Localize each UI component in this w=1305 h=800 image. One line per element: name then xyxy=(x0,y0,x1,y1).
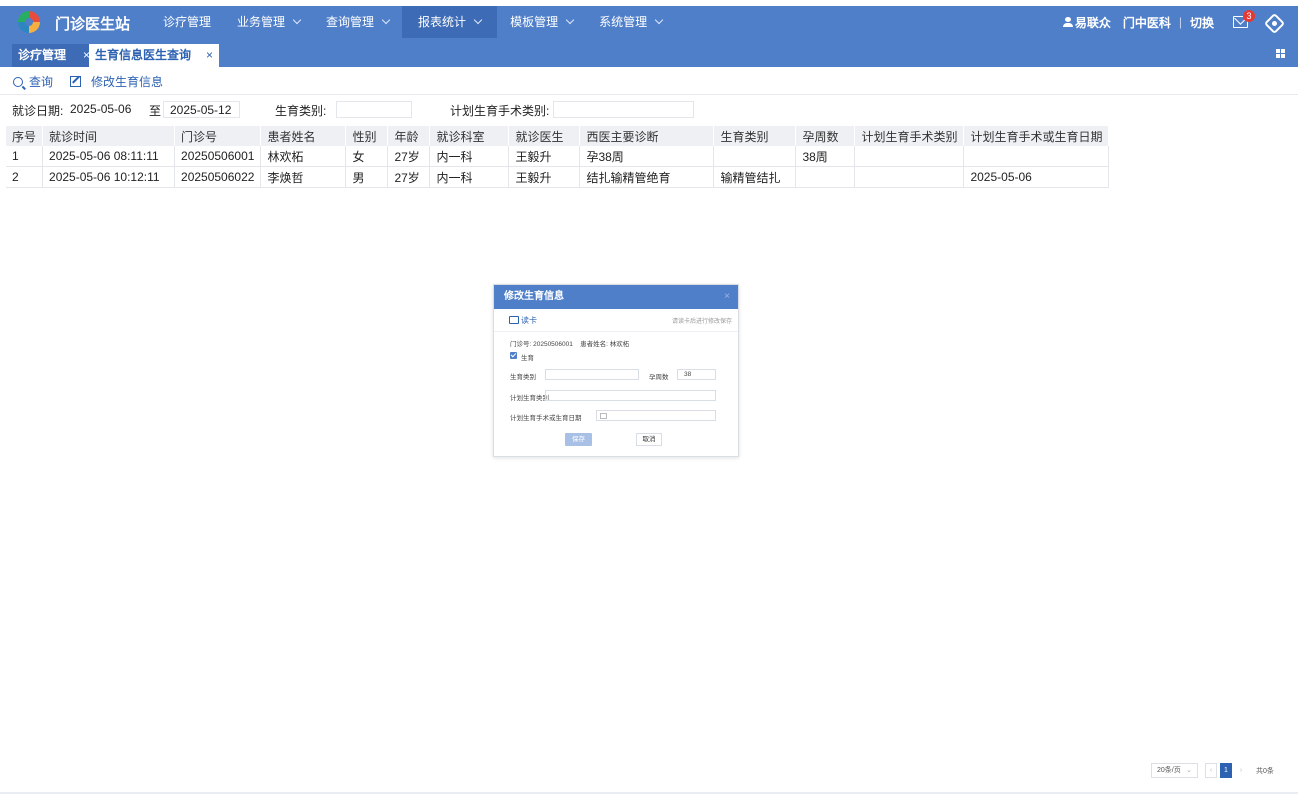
birth-type-input[interactable] xyxy=(336,101,412,118)
read-card-hint: 请读卡后进行修改保存 xyxy=(671,319,732,325)
gestation-weeks-field[interactable]: 38 xyxy=(677,369,716,380)
tab-bar: 诊疗管理 × 生育信息医生查询 × xyxy=(0,38,1298,67)
chevron-down-icon xyxy=(654,15,664,25)
birth-checkbox-label: 生育 xyxy=(521,355,534,362)
column-header: 门诊号 xyxy=(174,126,262,146)
birth-type-label: 生育类别: xyxy=(275,104,327,118)
menu-item-query[interactable]: 查询管理 xyxy=(313,6,402,38)
date-to-input[interactable]: 2025-05-12 xyxy=(163,101,240,118)
app-logo-icon xyxy=(18,11,40,33)
user-area: 易联众 门中医科 | 切换 xyxy=(1062,6,1214,38)
column-header: 孕周数 xyxy=(795,126,856,146)
table-header: 序号 就诊时间 门诊号 患者姓名 性别 年龄 就诊科室 就诊医生 西医主要诊断 … xyxy=(6,126,1110,146)
column-header: 年龄 xyxy=(387,126,431,146)
column-header: 计划生育手术或生育日期 xyxy=(963,126,1110,146)
grid-menu-icon[interactable] xyxy=(1276,49,1285,58)
table-row[interactable]: 1 2025-05-06 08:11:11 20250506001 林欢柘 女 … xyxy=(6,146,1110,167)
column-header: 序号 xyxy=(6,126,44,146)
user-name[interactable]: 易联众 xyxy=(1075,14,1111,31)
dialog-title: 修改生育信息 xyxy=(504,291,564,302)
toolbar: 查询 修改生育信息 xyxy=(0,67,1298,95)
column-header: 生育类别 xyxy=(713,126,797,146)
plan-type-field[interactable] xyxy=(545,390,716,401)
menu-item-reports[interactable]: 报表统计 xyxy=(402,6,498,38)
column-header: 计划生育手术类别 xyxy=(854,126,965,146)
dialog-header: 修改生育信息 × xyxy=(494,285,738,309)
cancel-button[interactable]: 取消 xyxy=(636,433,662,446)
close-icon[interactable]: × xyxy=(206,44,213,67)
table-row[interactable]: 2 2025-05-06 10:12:11 20250506022 李焕哲 男 … xyxy=(6,166,1110,188)
to-label: 至 xyxy=(149,104,162,118)
birth-checkbox[interactable] xyxy=(510,352,517,359)
chevron-down-icon xyxy=(565,15,575,25)
main-menu: 诊疗管理 业务管理 查询管理 报表统计 模板管理 系统管理 xyxy=(150,6,675,38)
column-header: 性别 xyxy=(345,126,389,146)
patient-info-line: 门诊号: 20250506001 患者姓名: 林欢柘 xyxy=(510,341,630,348)
user-dept[interactable]: 门中医科 xyxy=(1123,14,1171,31)
birth-info-table: 序号 就诊时间 门诊号 患者姓名 性别 年龄 就诊科室 就诊医生 西医主要诊断 … xyxy=(6,126,1110,188)
bottom-border xyxy=(0,792,1298,794)
menu-item-business[interactable]: 业务管理 xyxy=(224,6,313,38)
user-icon xyxy=(1062,17,1073,27)
menu-item-templates[interactable]: 模板管理 xyxy=(497,6,586,38)
birth-type-label: 生育类别 xyxy=(510,374,536,381)
tab-birth-info-query[interactable]: 生育信息医生查询 × xyxy=(89,44,219,67)
notification-badge: 3 xyxy=(1243,10,1255,22)
menu-item-diagnosis[interactable]: 诊疗管理 xyxy=(150,6,224,38)
plan-type-label: 计划生育类别 xyxy=(510,395,549,402)
edit-birth-info-dialog: 修改生育信息 × 读卡 请读卡后进行修改保存 门诊号: 20250506001 … xyxy=(493,284,739,457)
separator: | xyxy=(1178,15,1182,29)
plan-surgery-type-label: 计划生育手术类别: xyxy=(450,104,550,118)
plan-date-label: 计划生育手术或生育日期 xyxy=(510,415,582,422)
menu-item-system[interactable]: 系统管理 xyxy=(586,6,675,38)
column-header: 患者姓名 xyxy=(260,126,347,146)
plan-surgery-type-input[interactable] xyxy=(553,101,694,118)
birth-type-field[interactable] xyxy=(545,369,639,380)
save-button[interactable]: 保存 xyxy=(565,433,592,446)
top-navbar: 门诊医生站 诊疗管理 业务管理 查询管理 报表统计 模板管理 系统管理 易联众 … xyxy=(0,6,1298,38)
current-page-button[interactable]: 1 xyxy=(1220,763,1232,778)
tab-diagnosis-management[interactable]: 诊疗管理 × xyxy=(12,44,96,67)
switch-button[interactable]: 切换 xyxy=(1190,14,1214,31)
read-card-button[interactable]: 读卡 xyxy=(521,315,537,326)
gestation-weeks-label: 孕周数 xyxy=(649,374,669,381)
close-icon[interactable]: × xyxy=(724,285,730,309)
visit-date-label: 就诊日期: xyxy=(12,104,64,118)
column-header: 西医主要诊断 xyxy=(579,126,715,146)
total-count: 共0条 xyxy=(1256,768,1274,775)
chevron-down-icon xyxy=(292,15,302,25)
app-title: 门诊医生站 xyxy=(55,16,131,33)
chevron-down-icon xyxy=(473,15,483,25)
edit-icon xyxy=(70,76,81,87)
filter-bar: 就诊日期: 2025-05-06 至 2025-05-12 生育类别: 计划生育… xyxy=(0,98,1298,122)
prev-page-button[interactable]: ‹ xyxy=(1205,763,1217,778)
edit-birth-info-button[interactable]: 修改生育信息 xyxy=(70,73,163,90)
search-icon xyxy=(13,76,23,87)
calendar-icon xyxy=(600,413,607,419)
page-size-select[interactable]: 20条/页 ⌄ xyxy=(1151,763,1198,778)
date-from-input[interactable]: 2025-05-06 xyxy=(64,101,142,118)
settings-icon[interactable] xyxy=(1263,12,1286,35)
chevron-down-icon xyxy=(381,15,391,25)
read-card-row: 读卡 请读卡后进行修改保存 xyxy=(494,309,738,332)
plan-date-field[interactable] xyxy=(596,410,716,421)
chevron-down-icon: ⌄ xyxy=(1186,767,1192,774)
column-header: 就诊科室 xyxy=(429,126,510,146)
column-header: 就诊时间 xyxy=(42,126,176,146)
next-page-button[interactable]: › xyxy=(1235,763,1247,778)
card-reader-icon xyxy=(509,316,519,324)
query-button[interactable]: 查询 xyxy=(13,73,53,90)
column-header: 就诊医生 xyxy=(508,126,581,146)
